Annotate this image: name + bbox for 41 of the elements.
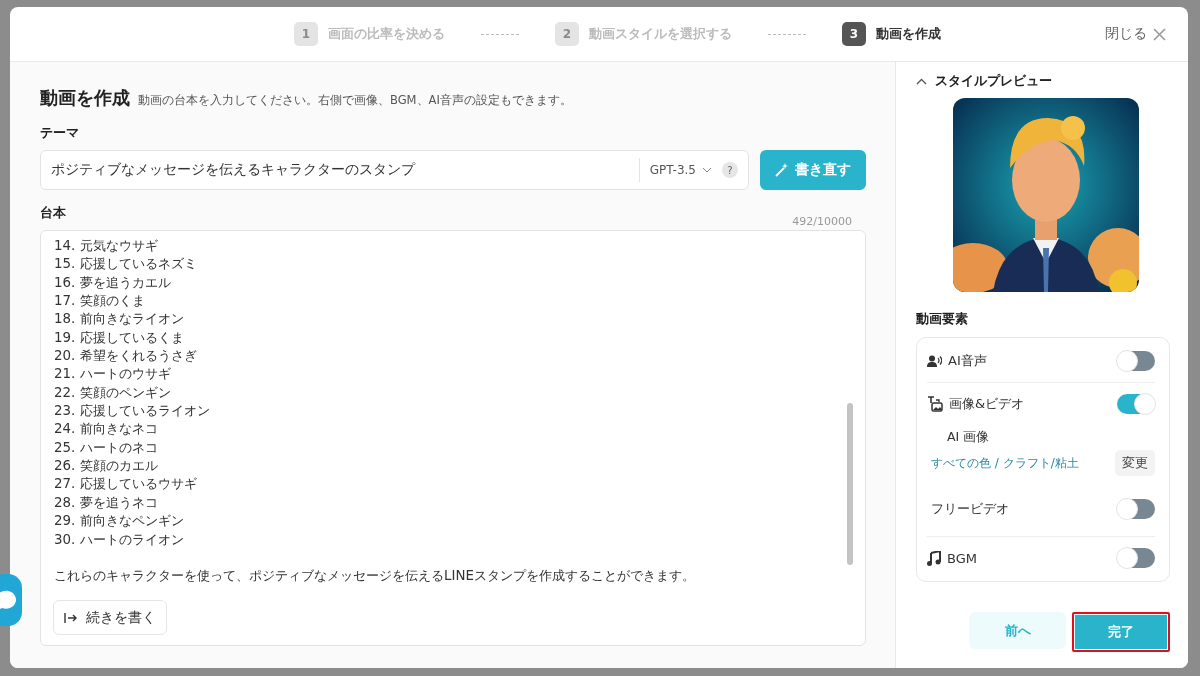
change-button[interactable]: 変更 [1115, 450, 1155, 476]
step-separator [768, 33, 806, 35]
subtitle: 動画の台本を入力してください。右側で画像、BGM、AI音声の設定もできます。 [138, 93, 572, 108]
field-label: 台本 [40, 204, 66, 222]
chevron-up-icon[interactable] [916, 77, 927, 85]
close-button[interactable]: 閉じる [1105, 25, 1166, 43]
element-label: BGM [947, 550, 977, 566]
style-link[interactable]: すべての色 / クラフト/粘土 [931, 454, 1079, 472]
element-label: 画像&ビデオ [949, 395, 1025, 413]
chat-bubble-icon[interactable] [0, 574, 24, 626]
toggle-switch[interactable] [1117, 499, 1155, 519]
field-label: テーマ [40, 124, 80, 142]
step-number: 1 [294, 22, 318, 46]
step-label: 動画スタイルを選択する [589, 25, 732, 43]
section-title: 動画要素 [916, 310, 969, 328]
step-label: 画面の比率を決める [328, 25, 445, 43]
image-icon [927, 396, 943, 412]
music-icon [927, 550, 941, 566]
toggle-switch[interactable] [1117, 394, 1155, 414]
theme-field[interactable]: ポジティブなメッセージを伝えるキャラクターのスタンプ GPT-3.5 ? [40, 150, 749, 190]
close-icon [1153, 27, 1166, 41]
magic-wand-icon [775, 163, 789, 177]
step-label: 動画を作成 [876, 25, 941, 43]
step-number: 3 [842, 22, 866, 46]
chevron-down-icon [702, 167, 712, 173]
arrow-right-icon [64, 611, 78, 624]
script-field[interactable]: 14. 元気なウサギ 15. 応援しているネズミ 16. 夢を追うカエル 17. 笑顔のくま 18. 前向きなライオン 19. 応援しているくま 20. 希望をくれるうさぎ 21. ハートのウサギ 22. 笑顔のペンギン 23. 応援しているライオン 24. 前向きなネコ 25. ハートのネコ 26. 笑顔のカエル 27. 応援しているウサギ 28. 夢を追うネコ 29. 前向きなペンギン 30. ハートのライオン これらのキャラクターを使って、ポジティブなメッセージを伝えるLINEスタンプを作成することができます。 続きを書く [40, 230, 866, 646]
toggle-switch[interactable] [1117, 548, 1155, 568]
sub-label: AI 画像 [947, 429, 991, 446]
toggle-switch[interactable] [1117, 351, 1155, 371]
page-title: 動画を作成 [40, 86, 130, 110]
element-label: AI音声 [948, 352, 987, 370]
voice-icon [927, 355, 942, 367]
continue-writing-button[interactable]: 続きを書く [53, 600, 167, 635]
step-number: 2 [555, 22, 579, 46]
element-label: フリービデオ [931, 500, 1009, 518]
step-separator [481, 33, 519, 35]
character-count: 492/10000 [792, 215, 852, 228]
help-icon[interactable]: ? [722, 162, 738, 178]
model-dropdown[interactable]: GPT-3.5 [638, 158, 722, 182]
section-title: スタイルプレビュー [935, 72, 1052, 90]
